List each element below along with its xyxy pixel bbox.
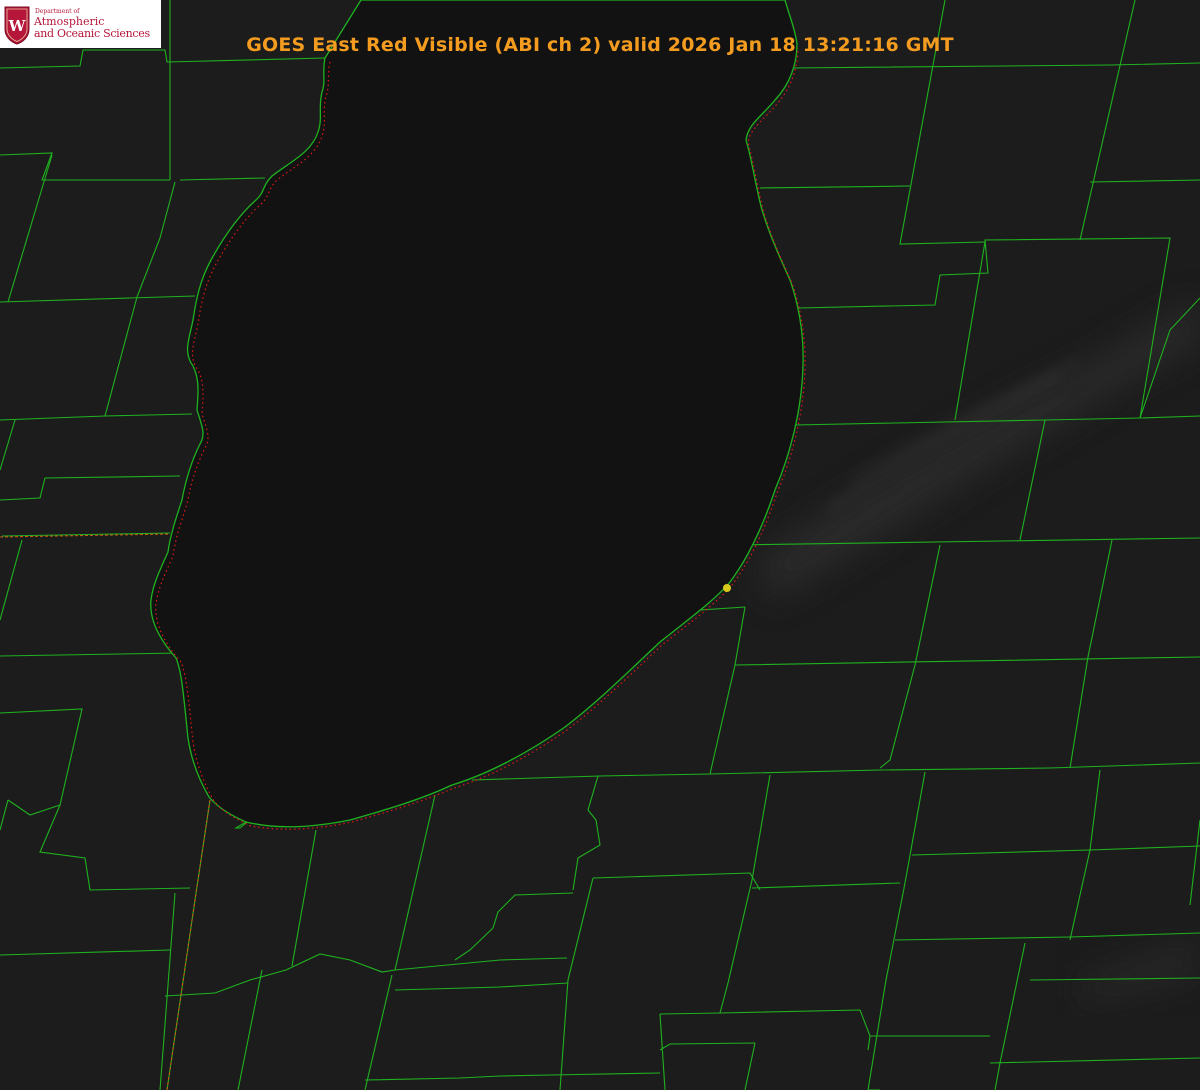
yellow-dot-icon: [723, 584, 731, 592]
image-title: GOES East Red Visible (ABI ch 2) valid 2…: [246, 34, 954, 56]
satellite-image-viewer: GOES East Red Visible (ABI ch 2) valid 2…: [0, 0, 1200, 1090]
uw-seal-icon: W: [4, 6, 30, 45]
satellite-map: [0, 0, 1200, 1090]
logo-seal-letter: W: [8, 17, 27, 35]
logo-line-oceanic: and Oceanic Sciences: [34, 27, 150, 40]
aos-logo: W Department of Atmospheric and Oceanic …: [0, 0, 161, 48]
